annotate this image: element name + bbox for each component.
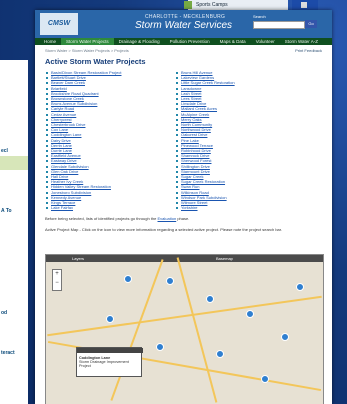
search-button[interactable]: Go xyxy=(305,20,317,28)
breadcrumb[interactable]: Storm Water > Storm Water Projects > Pro… xyxy=(45,48,322,53)
background-heading: A To xyxy=(1,208,12,214)
background-heading: ecl xyxy=(1,148,8,154)
background-window-button[interactable] xyxy=(292,0,318,10)
site-logo[interactable]: CMSW xyxy=(40,13,78,35)
evaluation-text-end: phase. xyxy=(176,216,190,222)
zoom-out-button[interactable]: − xyxy=(53,279,61,288)
project-pin[interactable] xyxy=(281,333,289,341)
background-heading: od xyxy=(1,310,8,316)
site-header: CMSW CHARLOTTE - MECKLENBURG Storm Water… xyxy=(35,10,332,38)
nav-pollution-prevention[interactable]: Pollution Prevention xyxy=(165,38,215,45)
project-pin[interactable] xyxy=(206,295,214,303)
popup-header xyxy=(77,348,143,353)
page-tools: Print Feedback xyxy=(295,48,322,53)
project-columns: Basin/Dixon Stream Restoration Project Ba… xyxy=(45,70,322,210)
evaluation-paragraph: Before being selected, lists of identifi… xyxy=(45,216,322,221)
project-pin[interactable] xyxy=(156,343,164,351)
feedback-link[interactable]: Feedback xyxy=(304,48,322,53)
background-menu-item[interactable]: Sports Camps xyxy=(184,0,288,10)
nav-storm-water-projects[interactable]: Storm Water Projects xyxy=(61,38,114,45)
popup-body: Storm Drainage Improvement Project xyxy=(79,360,129,368)
project-column-right: Bruns Hill Avenue Lakeview Gardens Little … xyxy=(175,70,305,210)
storm-water-page: CMSW CHARLOTTE - MECKLENBURG Storm Water… xyxy=(35,10,332,404)
project-column-left: Basin/Dixon Stream Restoration Project Ba… xyxy=(45,70,175,210)
sports-icon xyxy=(184,1,192,9)
evaluation-text: Before being selected, lists of identifi… xyxy=(45,216,158,222)
project-link[interactable]: Yorkshire xyxy=(175,205,305,210)
project-pin[interactable] xyxy=(106,315,114,323)
site-title: Storm Water Services xyxy=(135,20,233,31)
project-pin[interactable] xyxy=(246,310,254,318)
nav-drainage-flooding[interactable]: Drainage & Flooding xyxy=(114,38,165,45)
map-instructions: Active Project Map - Click on the icon t… xyxy=(45,227,283,233)
background-band xyxy=(0,156,28,170)
print-link[interactable]: Print xyxy=(295,48,303,53)
layers-tab[interactable]: Layers xyxy=(72,256,84,261)
nav-storm-water-a-z[interactable]: Storm Water A-Z xyxy=(280,38,323,45)
evaluation-link[interactable]: Evaluation xyxy=(158,216,177,221)
map-road xyxy=(176,257,218,403)
zoom-control: + − xyxy=(52,269,62,291)
nav-maps-data[interactable]: Maps & Data xyxy=(215,38,251,45)
map-toolbar: Layers Basemap xyxy=(46,255,323,262)
background-heading: teract xyxy=(1,350,15,356)
project-pin[interactable] xyxy=(216,350,224,358)
zoom-in-button[interactable]: + xyxy=(53,270,61,279)
page-title: Active Storm Water Projects xyxy=(45,57,146,66)
project-link[interactable]: Lake Fairfax xyxy=(45,205,175,210)
background-page: ecl A To od teract xyxy=(0,60,28,404)
window-control-icon xyxy=(301,2,307,8)
basemap-selector[interactable]: Basemap xyxy=(216,256,233,261)
search-label: Search xyxy=(253,14,266,19)
map-popup[interactable]: Coddington Lane Storm Drainage Improveme… xyxy=(76,347,143,377)
project-pin[interactable] xyxy=(261,375,269,383)
map-road xyxy=(47,295,322,337)
project-pin[interactable] xyxy=(166,277,174,285)
project-pin[interactable] xyxy=(296,283,304,291)
main-nav: Home Storm Water Projects Drainage & Flo… xyxy=(35,38,332,45)
project-map[interactable]: Layers Basemap + − Coddington Lane Storm… xyxy=(45,254,324,404)
nav-home[interactable]: Home xyxy=(39,38,61,45)
map-road xyxy=(110,259,164,401)
nav-volunteer[interactable]: Volunteer xyxy=(251,38,280,45)
search-input[interactable] xyxy=(253,21,305,29)
content-area: Storm Water > Storm Water Projects > Pro… xyxy=(35,45,332,235)
project-pin[interactable] xyxy=(124,275,132,283)
